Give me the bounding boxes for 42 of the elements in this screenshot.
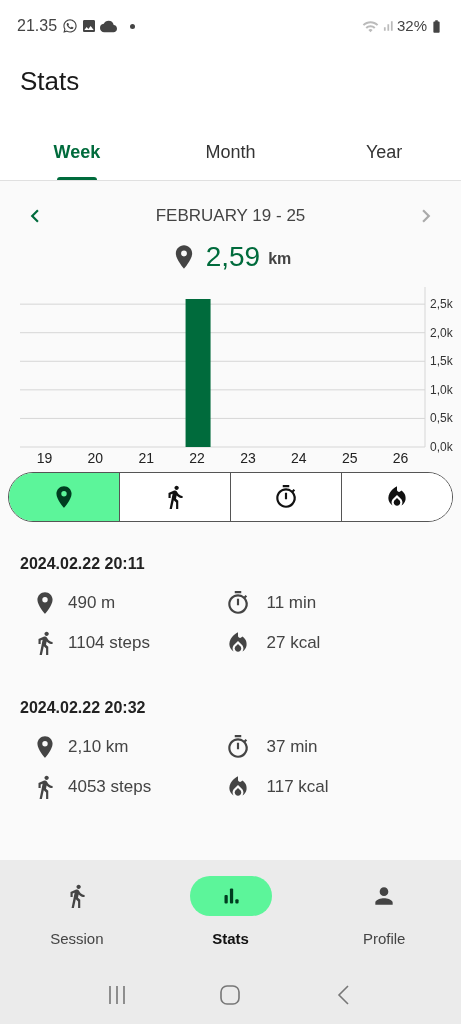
x-tick-label: 19 bbox=[36, 450, 53, 466]
session-datetime: 2024.02.22 20:11 bbox=[20, 554, 146, 574]
week-range: FEBRUARY 19 - 25 bbox=[155, 205, 306, 228]
x-tick-label: 24 bbox=[291, 450, 307, 466]
x-tick-label: 22 bbox=[189, 450, 205, 466]
session-metric: 27 kcal bbox=[266, 632, 321, 655]
status-time: 21.35 bbox=[17, 16, 58, 36]
session-datetime: 2024.02.22 20:32 bbox=[20, 698, 147, 718]
nav-item[interactable]: Session bbox=[0, 876, 154, 965]
x-tick-label: 25 bbox=[341, 450, 358, 466]
x-tick-label: 26 bbox=[392, 450, 409, 466]
session-metric: 490 m bbox=[68, 592, 116, 615]
session-metric: 1104 steps bbox=[68, 632, 150, 655]
session-metric: 11 min bbox=[266, 592, 317, 615]
image-icon bbox=[81, 18, 98, 34]
y-tick-label: 0,0k bbox=[430, 440, 453, 454]
session-metric: 37 min bbox=[266, 736, 318, 759]
period-tab[interactable]: Month bbox=[153, 124, 308, 180]
nav-item[interactable]: Profile bbox=[307, 876, 461, 965]
metric-segment[interactable] bbox=[341, 473, 452, 521]
home-icon[interactable] bbox=[219, 983, 242, 1006]
session-metric: 4053 steps bbox=[68, 776, 152, 799]
session-metric: 2,10 km bbox=[68, 736, 129, 759]
period-tab[interactable]: Year bbox=[307, 124, 461, 180]
distance-unit: km bbox=[268, 249, 292, 269]
y-tick-label: 2,5k bbox=[430, 297, 453, 312]
battery-percent: 32% bbox=[396, 15, 427, 36]
period-tab[interactable]: Week bbox=[0, 124, 154, 180]
x-tick-label: 21 bbox=[138, 450, 154, 466]
nav-item[interactable]: Stats bbox=[153, 876, 308, 965]
x-tick-label: 23 bbox=[240, 450, 256, 466]
stopwatch-icon bbox=[273, 484, 299, 510]
y-tick-label: 0,5k bbox=[430, 411, 453, 426]
y-tick-label: 1,5k bbox=[430, 354, 453, 369]
chat-icon bbox=[62, 18, 79, 34]
session-metric: 117 kcal bbox=[266, 776, 329, 799]
y-tick-label: 1,0k bbox=[430, 382, 453, 397]
y-tick-label: 2,0k bbox=[430, 325, 453, 340]
total-distance: 2,59 bbox=[205, 240, 261, 274]
page-title: Stats bbox=[20, 64, 80, 98]
metric-segment[interactable] bbox=[9, 473, 119, 521]
x-tick-label: 20 bbox=[87, 450, 104, 466]
